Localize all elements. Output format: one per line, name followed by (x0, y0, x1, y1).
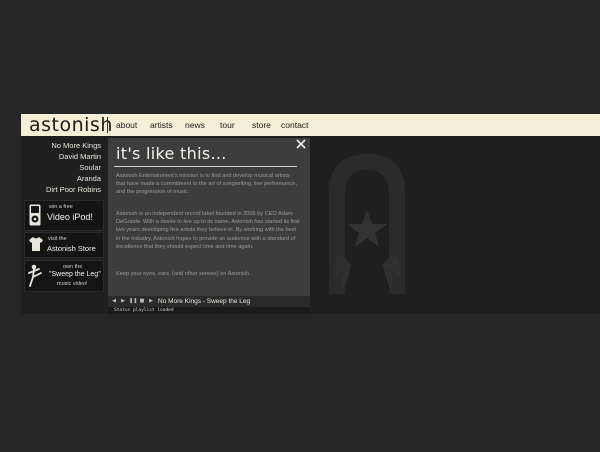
artist-link-david-martin[interactable]: David Martin (46, 151, 101, 162)
nav-about[interactable]: about (116, 114, 137, 136)
tshirt-icon (29, 237, 43, 251)
pause-icon[interactable]: ❚❚ (129, 298, 137, 305)
panel-paragraph-3: Keep your eyes, ears, (and other senses)… (116, 271, 251, 277)
panel-paragraph-2: Astonish is an independent record label … (116, 211, 300, 250)
promo-sweep-small-2: music video! (57, 281, 88, 287)
close-icon[interactable] (296, 139, 306, 149)
nav-divider (107, 117, 108, 133)
about-panel: it's like this... Astonish Entertainment… (108, 138, 310, 296)
now-playing-track: No More Kings - Sweep the Leg (158, 298, 251, 305)
artist-list: No More Kings David Martin Soular Aranda… (46, 140, 101, 195)
astonish-emblem-icon (329, 154, 405, 294)
promo-store-small: visit the (48, 236, 67, 242)
nav-news[interactable]: news (185, 114, 205, 136)
artist-link-soular[interactable]: Soular (46, 162, 101, 173)
panel-title: it's like this... (116, 144, 227, 163)
play-icon[interactable]: ▶ (120, 298, 126, 305)
player-status: Status playlist loaded (108, 307, 310, 314)
nav-store[interactable]: store (252, 114, 271, 136)
next-track-icon[interactable]: ▶ (148, 298, 154, 305)
promo-sweep-small: own the (63, 264, 83, 270)
prev-track-icon[interactable]: ◀ (111, 298, 117, 305)
ipod-icon (29, 204, 41, 226)
promo-ipod-small: win a free (49, 204, 73, 210)
top-nav-bar: astonish about artists news tour store c… (21, 114, 600, 136)
main-area: No More Kings David Martin Soular Aranda… (21, 136, 600, 314)
astonish-logo[interactable]: astonish (29, 114, 113, 136)
panel-rule (114, 166, 297, 167)
nav-artists[interactable]: artists (150, 114, 173, 136)
promo-sweep-the-leg[interactable]: own the "Sweep the Leg" music video! (24, 260, 104, 292)
artist-link-dirt-poor-robins[interactable]: Dirt Poor Robins (46, 184, 101, 195)
artist-link-no-more-kings[interactable]: No More Kings (46, 140, 101, 151)
stop-icon[interactable]: ■ (139, 298, 145, 305)
kick-figure-icon (28, 264, 42, 287)
nav-contact[interactable]: contact (281, 114, 308, 136)
panel-paragraph-1: Astonish Entertainment's mission is to f… (116, 173, 297, 196)
promo-astonish-store[interactable]: visit the Astonish Store (24, 232, 104, 258)
promo-sweep-big: "Sweep the Leg" (49, 271, 101, 278)
promo-store-big: Astonish Store (47, 244, 96, 253)
artist-link-aranda[interactable]: Aranda (46, 173, 101, 184)
music-player: ◀ ▶ ❚❚ ■ ▶ No More Kings - Sweep the Leg (108, 296, 310, 307)
promo-video-ipod[interactable]: win a free Video iPod! (24, 200, 104, 231)
nav-tour[interactable]: tour (220, 114, 235, 136)
sidebar: No More Kings David Martin Soular Aranda… (21, 136, 105, 314)
promo-ipod-big: Video iPod! (47, 212, 93, 222)
